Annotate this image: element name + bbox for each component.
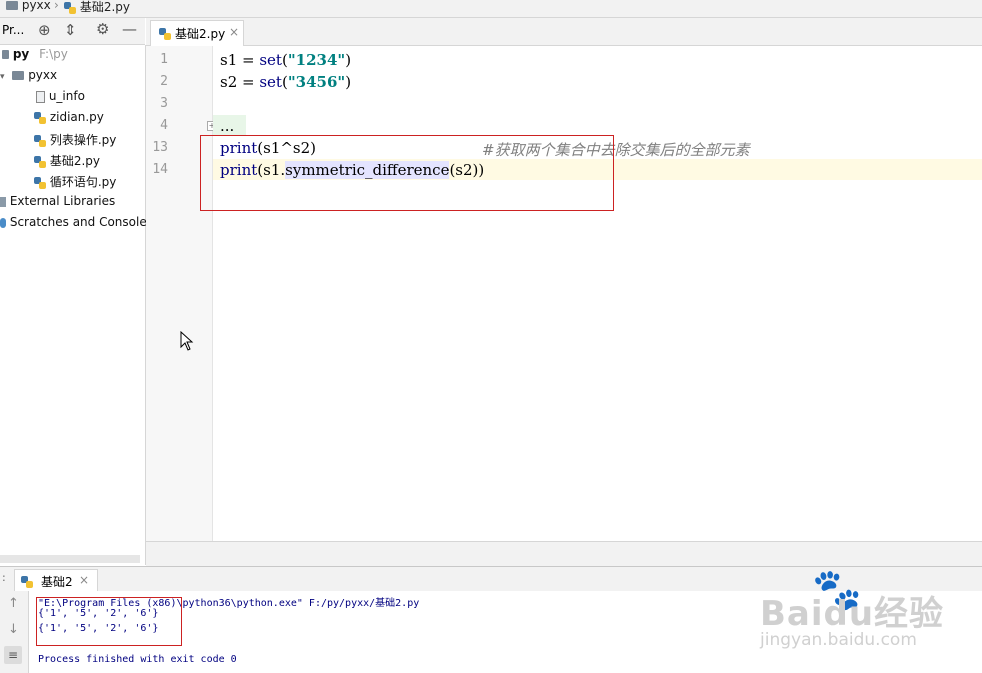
soft-wrap-icon[interactable]: ≡	[4, 646, 22, 664]
close-icon[interactable]: ×	[229, 25, 239, 39]
tree-item-pyxx[interactable]: ▾ pyxx	[0, 68, 57, 82]
tree-item-external-libraries[interactable]: External Libraries	[0, 194, 115, 208]
folder-icon	[12, 71, 25, 80]
python-file-icon	[34, 176, 46, 189]
line-number: 13	[152, 140, 168, 155]
line-number-gutter: 1 2 3 4 13 14 +	[146, 46, 217, 541]
python-file-icon	[34, 134, 46, 147]
breadcrumb-separator: ›	[54, 0, 59, 12]
tree-item-py-root[interactable]: py F:\py	[2, 47, 68, 61]
editor-bottom-strip	[146, 541, 982, 566]
expand-arrow-icon[interactable]: ▾	[0, 72, 5, 82]
python-file-icon	[34, 155, 46, 168]
collapse-all-icon[interactable]: ⇕	[64, 21, 77, 39]
tree-item-u-info[interactable]: u_info	[36, 89, 85, 103]
breadcrumb-file[interactable]: 基础2.py	[64, 0, 130, 15]
python-file-icon	[34, 111, 46, 124]
code-editor[interactable]	[213, 46, 982, 541]
folded-code-placeholder[interactable]: ...	[220, 117, 234, 135]
project-panel-header: Pr... ⊕ ⇕ ⚙ —	[0, 18, 145, 45]
python-file-icon	[159, 27, 171, 40]
line-number: 1	[160, 52, 168, 67]
gear-icon[interactable]: ⚙	[96, 20, 109, 38]
scratches-icon	[0, 217, 6, 228]
line-number: 2	[160, 74, 168, 89]
tree-item-list-ops[interactable]: 列表操作.py	[34, 131, 116, 148]
arrow-up-icon[interactable]: ↑	[8, 596, 19, 611]
project-tree: py F:\py ▾ pyxx u_info zidian.py 列表操作.py…	[0, 45, 153, 565]
mouse-cursor-icon	[180, 331, 194, 351]
code-line-1[interactable]: s1 = set("1234")	[220, 51, 351, 69]
folder-icon	[2, 50, 9, 59]
more-icon[interactable]: :	[2, 571, 6, 584]
line-number: 14	[152, 162, 168, 177]
tree-item-basics2[interactable]: 基础2.py	[34, 152, 100, 169]
tree-item-loops[interactable]: 循环语句.py	[34, 173, 116, 190]
annotation-box-code	[200, 135, 614, 211]
tab-run-basics2[interactable]: 基础2 ×	[14, 569, 98, 592]
python-file-icon	[21, 575, 33, 588]
locate-icon[interactable]: ⊕	[38, 21, 51, 39]
close-icon[interactable]: ×	[79, 573, 89, 587]
line-number: 4	[160, 118, 168, 133]
line-number: 3	[160, 96, 168, 111]
navigation-breadcrumb: pyxx › 基础2.py	[0, 0, 982, 18]
minimize-icon[interactable]: —	[122, 20, 137, 38]
file-icon	[36, 90, 45, 103]
editor-tabs: 基础2.py ×	[146, 18, 982, 46]
breadcrumb-project[interactable]: pyxx	[6, 0, 51, 12]
annotation-box-output	[36, 597, 182, 646]
run-toolbar: ↑ ↓ ≡	[0, 591, 29, 673]
tree-item-zidian[interactable]: zidian.py	[34, 110, 104, 124]
project-scrollbar[interactable]	[0, 555, 140, 563]
library-icon	[0, 196, 6, 207]
code-line-2[interactable]: s2 = set("3456")	[220, 73, 351, 91]
project-view-selector[interactable]: Pr...	[2, 23, 24, 37]
tab-basics2[interactable]: 基础2.py ×	[150, 20, 244, 46]
arrow-down-icon[interactable]: ↓	[8, 622, 19, 637]
folder-icon	[6, 1, 18, 10]
python-file-icon	[64, 1, 76, 14]
baidu-watermark: 🐾 Baidu经验 jingyan.baidu.com	[760, 567, 945, 650]
tree-item-scratches[interactable]: Scratches and Consoles	[0, 215, 153, 229]
console-exit-message: Process finished with exit code 0	[38, 654, 237, 665]
